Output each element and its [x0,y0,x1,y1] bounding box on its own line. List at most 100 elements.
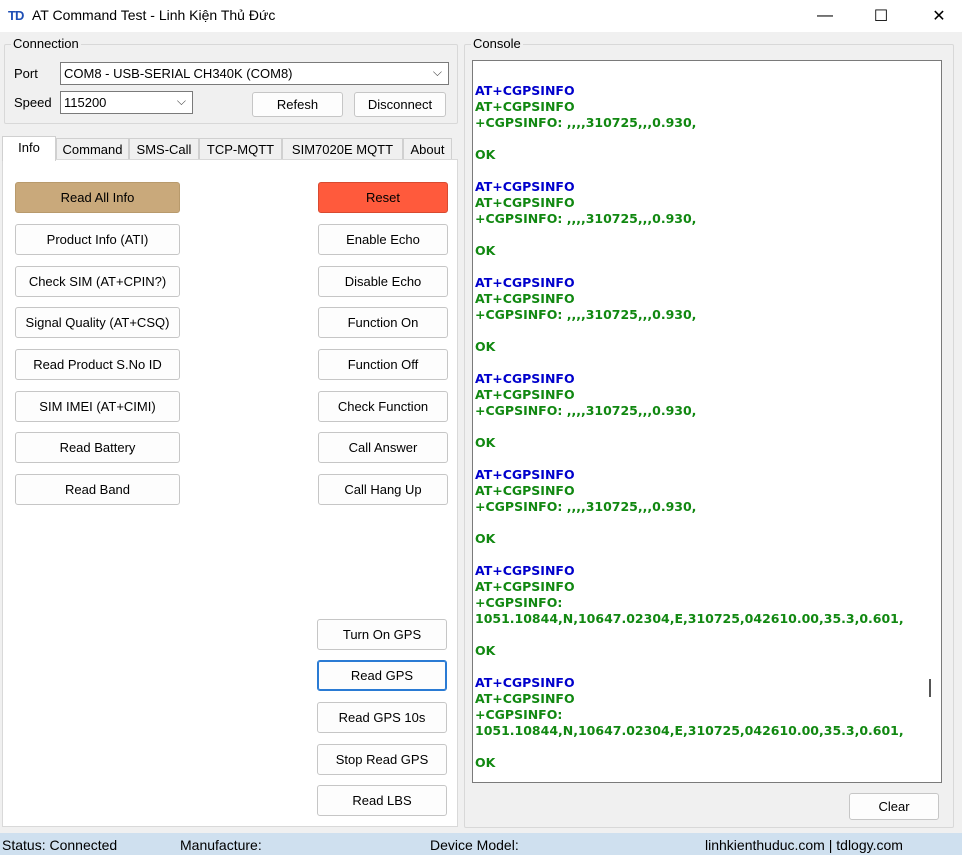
scrollbar-thumb[interactable] [929,679,931,697]
speed-select-value: 115200 [64,95,107,110]
minimize-button[interactable]: — [802,0,848,32]
tab-command[interactable]: Command [56,138,129,160]
console-line: AT+CGPSINFO [475,195,575,210]
status-bar: Status: Connected Manufacture: Device Mo… [0,833,962,855]
chevron-down-icon: ⌵ [432,65,442,79]
console-line: AT+CGPSINFO [475,675,575,690]
console-line: +CGPSINFO: [475,707,563,722]
read-lbs-button[interactable]: Read LBS [317,785,447,816]
turn-on-gps-button[interactable]: Turn On GPS [317,619,447,650]
read-battery-button[interactable]: Read Battery [15,432,180,463]
product-info-button[interactable]: Product Info (ATI) [15,224,180,255]
check-sim-button[interactable]: Check SIM (AT+CPIN?) [15,266,180,297]
close-button[interactable]: ✕ [916,0,962,32]
console-line: AT+CGPSINFO [475,291,575,306]
port-label: Port [14,66,38,81]
console-line: AT+CGPSINFO [475,275,575,290]
console-line: AT+CGPSINFO [475,579,575,594]
call-answer-button[interactable]: Call Answer [318,432,448,463]
refresh-button[interactable]: Refesh [252,92,343,117]
disable-echo-button[interactable]: Disable Echo [318,266,448,297]
console-line: +CGPSINFO: ,,,,310725,,,0.930, [475,211,697,226]
console-line: AT+CGPSINFO [475,691,575,706]
tab-sim7020e-mqtt[interactable]: SIM7020E MQTT [282,138,403,160]
read-band-button[interactable]: Read Band [15,474,180,505]
console-line: 1051.10844,N,10647.02304,E,310725,042610… [475,611,904,626]
tab-tcp-mqtt[interactable]: TCP-MQTT [199,138,282,160]
console-line: +CGPSINFO: ,,,,310725,,,0.930, [475,499,697,514]
signal-quality-button[interactable]: Signal Quality (AT+CSQ) [15,307,180,338]
clear-button[interactable]: Clear [849,793,939,820]
port-select[interactable]: COM8 - USB-SERIAL CH340K (COM8) ⌵ [60,62,449,85]
app-logo-icon: TD [8,8,24,23]
console-group-label: Console [471,36,523,51]
console-line: +CGPSINFO: ,,,,310725,,,0.930, [475,403,697,418]
console-line: OK [475,643,496,658]
read-gps-button[interactable]: Read GPS [317,660,447,691]
console-line: AT+CGPSINFO [475,387,575,402]
maximize-button[interactable]: ☐ [858,0,904,32]
read-product-sno-button[interactable]: Read Product S.No ID [15,349,180,380]
stop-read-gps-button[interactable]: Stop Read GPS [317,744,447,775]
speed-select[interactable]: 115200 ⌵ [60,91,193,114]
website-text: linhkienthuduc.com | tdlogy.com [705,837,903,853]
title-bar: TD AT Command Test - Linh Kiện Thủ Đức —… [0,0,962,32]
console-scrollbar[interactable] [921,61,941,782]
tab-sms-call[interactable]: SMS-Call [129,138,199,160]
sim-imei-button[interactable]: SIM IMEI (AT+CIMI) [15,391,180,422]
console-line: OK [475,531,496,546]
disconnect-button[interactable]: Disconnect [354,92,446,117]
console-line: +CGPSINFO: ,,,,310725,,,0.930, [475,115,697,130]
call-hang-up-button[interactable]: Call Hang Up [318,474,448,505]
function-off-button[interactable]: Function Off [318,349,448,380]
connection-group-label: Connection [11,36,81,51]
console-text: AT+CGPSINFO AT+CGPSINFO +CGPSINFO: ,,,,310… [475,67,921,771]
tab-info[interactable]: Info [2,136,56,161]
console-line: AT+CGPSINFO [475,99,575,114]
console-line: OK [475,147,496,162]
function-on-button[interactable]: Function On [318,307,448,338]
console-line: +CGPSINFO: [475,595,563,610]
console-line: AT+CGPSINFO [475,483,575,498]
manufacture-text: Manufacture: [180,837,262,853]
tab-strip: Info Command SMS-Call TCP-MQTT SIM7020E … [2,136,458,161]
console-line: AT+CGPSINFO [475,371,575,386]
window-title: AT Command Test - Linh Kiện Thủ Đức [32,7,276,23]
console-line: OK [475,339,496,354]
status-text: Status: Connected [2,837,118,853]
read-gps-10s-button[interactable]: Read GPS 10s [317,702,447,733]
reset-button[interactable]: Reset [318,182,448,213]
tab-about[interactable]: About [403,138,452,160]
console-line: AT+CGPSINFO [475,179,575,194]
device-model-text: Device Model: [430,837,519,853]
console-line: 1051.10844,N,10647.02304,E,310725,042610… [475,723,904,738]
console-line: AT+CGPSINFO [475,563,575,578]
speed-label: Speed [14,95,52,110]
read-all-info-button[interactable]: Read All Info [15,182,180,213]
console-line: AT+CGPSINFO [475,83,575,98]
console-line: OK [475,435,496,450]
console-line: +CGPSINFO: ,,,,310725,,,0.930, [475,307,697,322]
enable-echo-button[interactable]: Enable Echo [318,224,448,255]
console-line: OK [475,755,496,770]
console-output[interactable]: AT+CGPSINFO AT+CGPSINFO +CGPSINFO: ,,,,310… [472,60,942,783]
port-select-value: COM8 - USB-SERIAL CH340K (COM8) [64,66,293,81]
console-line: AT+CGPSINFO [475,467,575,482]
chevron-down-icon: ⌵ [176,94,186,108]
check-function-button[interactable]: Check Function [318,391,448,422]
console-line: OK [475,243,496,258]
